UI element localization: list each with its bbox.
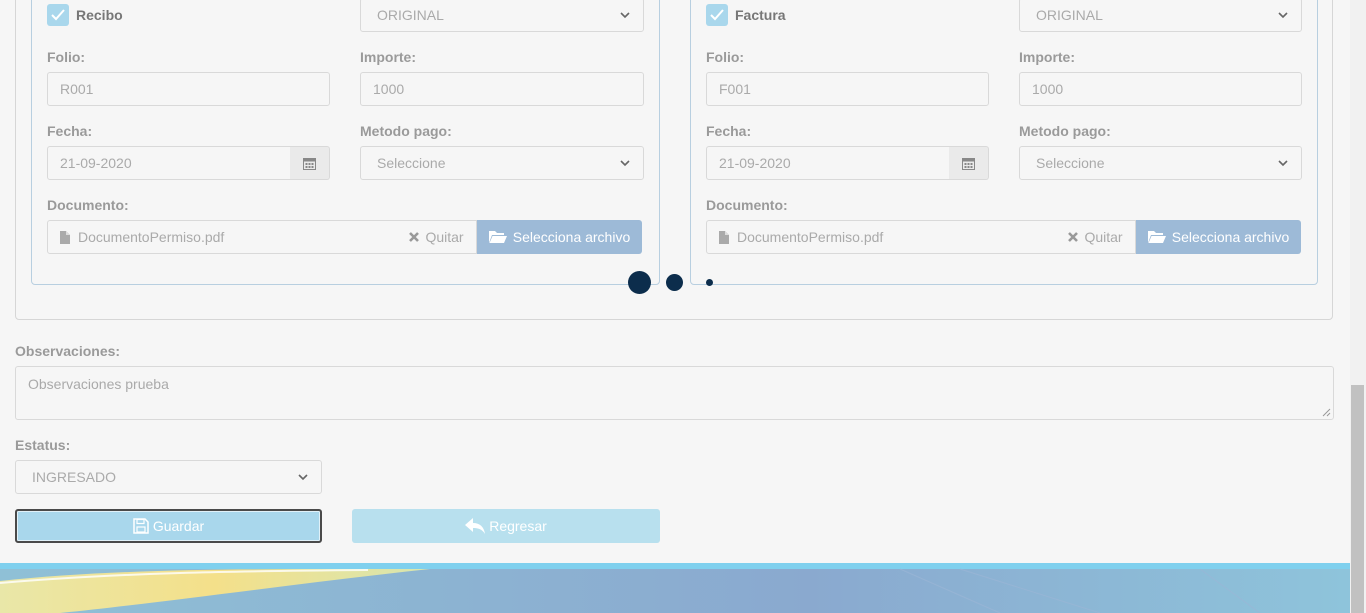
invoice-type-label: Factura (735, 7, 786, 23)
file-icon (719, 230, 729, 244)
invoice-select-file-button[interactable]: Selecciona archivo (1136, 220, 1301, 254)
chevron-down-icon (298, 474, 308, 481)
carousel-dot-3[interactable] (706, 279, 713, 286)
folder-open-icon (1147, 231, 1166, 243)
receipt-select-file-button[interactable]: Selecciona archivo (477, 220, 642, 254)
invoice-importe-input[interactable]: 1000 (1019, 72, 1302, 106)
invoice-metodo-select[interactable]: Seleccione (1019, 146, 1302, 180)
invoice-documento-label: Documento: (706, 197, 788, 213)
observaciones-value: Observaciones prueba (28, 376, 169, 392)
save-icon (133, 518, 149, 534)
file-icon (60, 230, 70, 244)
receipt-remove-file-button[interactable]: Quitar (396, 220, 477, 254)
receipt-remove-label: Quitar (425, 229, 464, 245)
check-icon (51, 9, 65, 21)
receipt-checkbox[interactable] (47, 4, 69, 26)
invoice-metodo-value: Seleccione (1036, 155, 1105, 171)
invoice-checkbox[interactable] (706, 4, 728, 26)
receipt-documento-label: Documento: (47, 197, 129, 213)
receipt-metodo-value: Seleccione (377, 155, 446, 171)
receipt-folio-label: Folio: (47, 49, 86, 65)
close-icon (409, 232, 420, 242)
invoice-remove-label: Quitar (1084, 229, 1123, 245)
invoice-fecha-label: Fecha: (706, 123, 752, 139)
invoice-metodo-label: Metodo pago: (1019, 123, 1111, 139)
invoice-remove-file-button[interactable]: Quitar (1055, 220, 1136, 254)
receipt-folio-input[interactable]: R001 (47, 72, 330, 106)
invoice-calendar-button[interactable] (949, 146, 989, 180)
invoice-folio-value: F001 (719, 81, 751, 97)
reply-icon (465, 518, 486, 534)
resize-handle-icon[interactable] (1322, 408, 1331, 417)
invoice-importe-label: Importe: (1019, 49, 1075, 65)
back-button[interactable]: Regresar (352, 509, 660, 543)
chevron-down-icon (620, 160, 630, 167)
scrollbar-thumb[interactable] (1351, 385, 1364, 613)
receipt-importe-label: Importe: (360, 49, 416, 65)
receipt-file-name: DocumentoPermiso.pdf (78, 229, 225, 245)
receipt-fecha-input[interactable]: 21-09-2020 (47, 146, 291, 180)
receipt-folio-value: R001 (60, 81, 94, 97)
receipt-fecha-label: Fecha: (47, 123, 93, 139)
folder-open-icon (488, 231, 507, 243)
invoice-copy-value: ORIGINAL (1036, 7, 1103, 23)
invoice-file-name: DocumentoPermiso.pdf (737, 229, 884, 245)
receipt-copy-value: ORIGINAL (377, 7, 444, 23)
receipt-fecha-value: 21-09-2020 (60, 155, 132, 171)
footer-banner (0, 563, 1350, 613)
invoice-importe-value: 1000 (1032, 81, 1064, 97)
carousel-dot-1[interactable] (628, 271, 651, 294)
receipt-file-input[interactable]: DocumentoPermiso.pdf (47, 220, 397, 254)
calendar-icon (303, 157, 316, 170)
observaciones-label: Observaciones: (15, 343, 121, 359)
chevron-down-icon (1278, 160, 1288, 167)
receipt-type-label: Recibo (76, 7, 123, 23)
receipt-importe-input[interactable]: 1000 (360, 72, 644, 106)
invoice-folio-label: Folio: (706, 49, 745, 65)
observaciones-textarea[interactable]: Observaciones prueba (15, 366, 1334, 420)
receipt-metodo-label: Metodo pago: (360, 123, 452, 139)
estatus-value: INGRESADO (32, 469, 117, 485)
invoice-select-file-label: Selecciona archivo (1171, 229, 1290, 245)
estatus-label: Estatus: (15, 437, 71, 453)
chevron-down-icon (1278, 12, 1288, 19)
invoice-copy-select[interactable]: ORIGINAL (1019, 0, 1302, 32)
check-icon (710, 9, 724, 21)
save-button[interactable]: Guardar (15, 509, 322, 543)
receipt-calendar-button[interactable] (290, 146, 330, 180)
chevron-down-icon (620, 12, 630, 19)
back-label: Regresar (489, 518, 547, 534)
receipt-copy-select[interactable]: ORIGINAL (360, 0, 644, 32)
invoice-fecha-input[interactable]: 21-09-2020 (706, 146, 950, 180)
invoice-fecha-value: 21-09-2020 (719, 155, 791, 171)
close-icon (1068, 232, 1079, 242)
calendar-icon (962, 157, 975, 170)
receipt-select-file-label: Selecciona archivo (512, 229, 631, 245)
receipt-importe-value: 1000 (373, 81, 405, 97)
receipt-metodo-select[interactable]: Seleccione (360, 146, 644, 180)
estatus-select[interactable]: INGRESADO (15, 460, 322, 494)
carousel-dot-2[interactable] (666, 274, 683, 291)
invoice-file-input[interactable]: DocumentoPermiso.pdf (706, 220, 1056, 254)
save-label: Guardar (152, 518, 205, 534)
invoice-folio-input[interactable]: F001 (706, 72, 989, 106)
